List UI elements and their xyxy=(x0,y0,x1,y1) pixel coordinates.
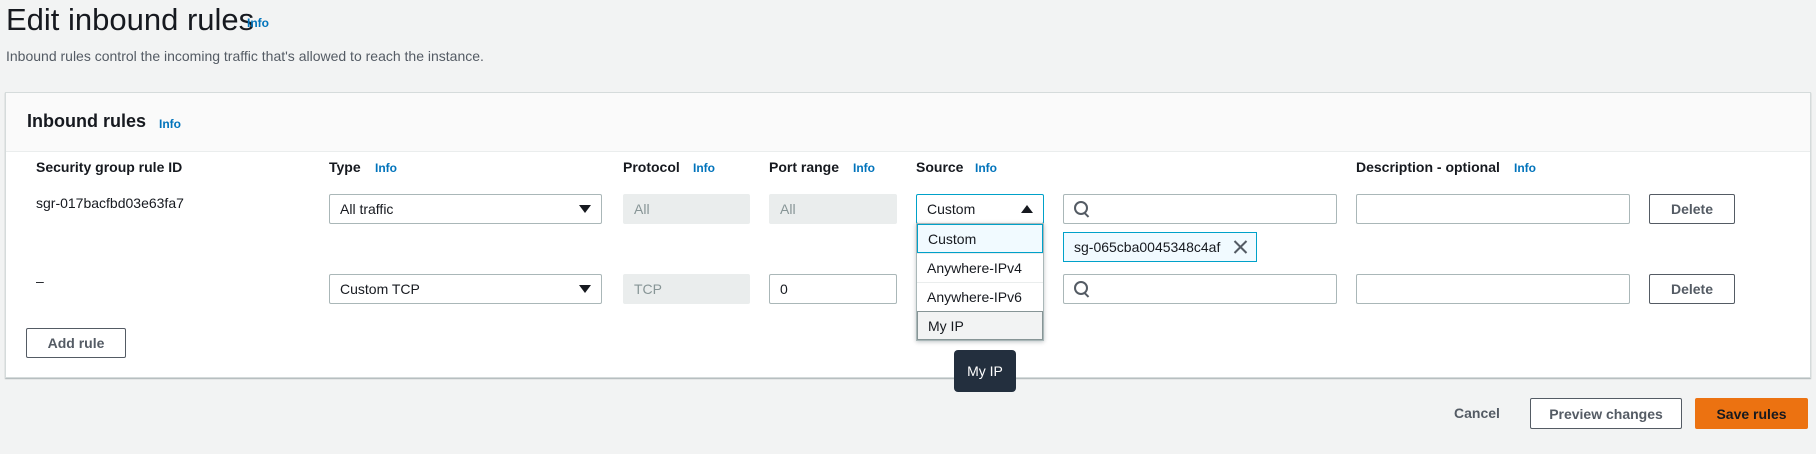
caret-down-icon xyxy=(579,285,591,293)
source-option-anywhere-ipv4[interactable]: Anywhere-IPv4 xyxy=(917,253,1043,282)
close-icon[interactable] xyxy=(1232,239,1248,255)
col-header-rule-id: Security group rule ID xyxy=(36,159,183,175)
description-info-link[interactable]: Info xyxy=(1514,161,1536,175)
row-2-port-range-input[interactable]: 0 xyxy=(769,274,897,304)
search-icon xyxy=(1074,281,1090,297)
panel-header xyxy=(6,93,1810,152)
row-2-source-search-input[interactable] xyxy=(1063,274,1337,304)
source-option-anywhere-ipv6[interactable]: Anywhere-IPv6 xyxy=(917,282,1043,311)
col-header-description: Description - optional xyxy=(1356,159,1500,175)
row-2-port-range-value: 0 xyxy=(780,281,788,297)
tooltip: My IP xyxy=(954,350,1016,392)
col-header-port-range: Port range xyxy=(769,159,840,175)
col-header-protocol: Protocol xyxy=(623,159,680,175)
row-1-port-range-field: All xyxy=(769,194,897,224)
col-header-source: Source xyxy=(916,159,964,175)
source-dropdown-menu: Custom Anywhere-IPv4 Anywhere-IPv6 My IP xyxy=(916,223,1044,341)
source-token-label: sg-065cba0045348c4af xyxy=(1074,239,1221,255)
type-info-link[interactable]: Info xyxy=(375,161,397,175)
panel-title-info-link[interactable]: Info xyxy=(159,117,181,131)
cancel-button[interactable]: Cancel xyxy=(1454,405,1500,421)
row-2-delete-button[interactable]: Delete xyxy=(1649,274,1735,304)
row-2-protocol-value: TCP xyxy=(634,281,662,297)
inbound-rules-panel: Inbound rules Info Security group rule I… xyxy=(5,92,1811,378)
caret-up-icon xyxy=(1021,205,1033,213)
row-1-source-value: Custom xyxy=(927,201,976,217)
save-rules-button[interactable]: Save rules xyxy=(1695,398,1808,429)
col-header-type: Type xyxy=(329,159,361,175)
row-1-port-range-value: All xyxy=(780,201,796,217)
source-info-link[interactable]: Info xyxy=(975,161,997,175)
row-1-rule-id: sgr-017bacfbd03e63fa7 xyxy=(36,195,184,211)
row-2-type-value: Custom TCP xyxy=(340,281,420,297)
page-title-info-link[interactable]: Info xyxy=(247,16,269,30)
row-1-delete-button[interactable]: Delete xyxy=(1649,194,1735,224)
row-2-description-input[interactable] xyxy=(1356,274,1630,304)
source-option-custom[interactable]: Custom xyxy=(917,224,1043,253)
row-1-type-value: All traffic xyxy=(340,201,394,217)
row-2-rule-id: – xyxy=(36,273,44,289)
row-2-type-select[interactable]: Custom TCP xyxy=(329,274,602,304)
row-1-description-input[interactable] xyxy=(1356,194,1630,224)
page-description: Inbound rules control the incoming traff… xyxy=(6,48,484,64)
port-range-info-link[interactable]: Info xyxy=(853,161,875,175)
row-2-protocol-field: TCP xyxy=(623,274,750,304)
caret-down-icon xyxy=(579,205,591,213)
row-1-type-select[interactable]: All traffic xyxy=(329,194,602,224)
protocol-info-link[interactable]: Info xyxy=(693,161,715,175)
page-title: Edit inbound rules xyxy=(6,2,255,37)
search-icon xyxy=(1074,201,1090,217)
row-1-protocol-field: All xyxy=(623,194,750,224)
row-1-source-search-input[interactable] xyxy=(1063,194,1337,224)
row-1-source-select[interactable]: Custom xyxy=(916,194,1044,224)
add-rule-button[interactable]: Add rule xyxy=(26,328,126,358)
panel-title: Inbound rules xyxy=(27,111,146,131)
row-1-protocol-value: All xyxy=(634,201,650,217)
source-token: sg-065cba0045348c4af xyxy=(1063,232,1257,262)
source-option-my-ip[interactable]: My IP xyxy=(917,311,1043,340)
preview-changes-button[interactable]: Preview changes xyxy=(1530,398,1682,429)
